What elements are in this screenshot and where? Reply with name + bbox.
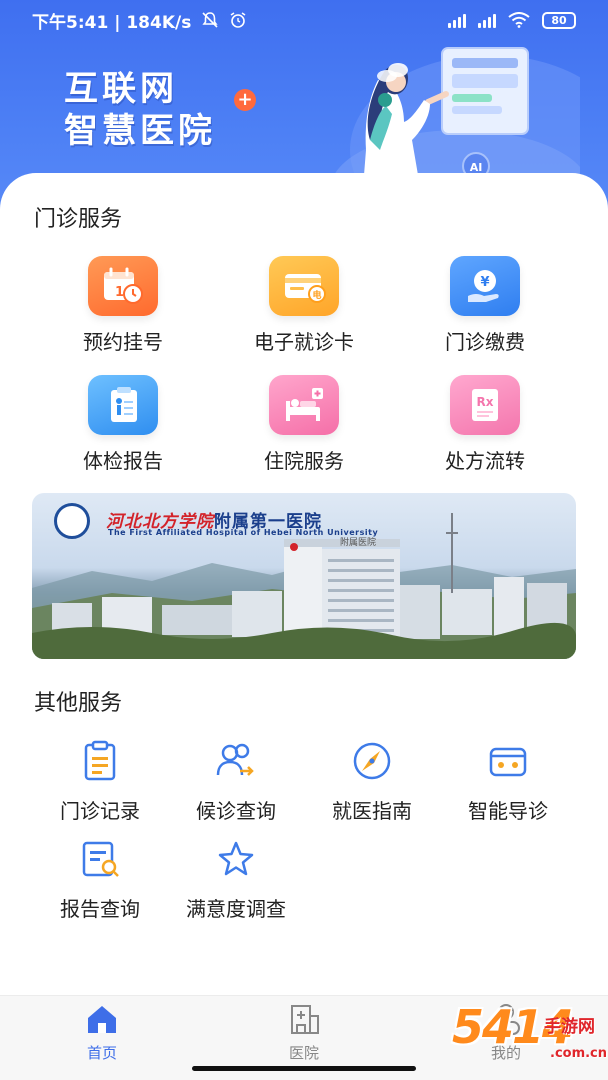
medical-card-icon: 电 [269, 256, 339, 316]
report-search-icon [82, 841, 119, 877]
svg-text:¥: ¥ [480, 275, 489, 290]
watermark-domain: .com.cn [550, 1046, 608, 1061]
other-label: 就医指南 [332, 799, 412, 823]
other-report-query[interactable]: 报告查询 [30, 837, 170, 922]
other-section-title: 其他服务 [34, 691, 123, 716]
other-smart-triage[interactable]: 智能导诊 [438, 739, 578, 824]
nav-label: 医院 [288, 1044, 319, 1062]
robot-icon [489, 747, 527, 777]
prescription-icon: Rx [450, 375, 520, 435]
status-bar: 下午5:41 | 184K/s 80 [0, 0, 608, 40]
mute-bell-icon [202, 12, 218, 28]
other-label: 门诊记录 [60, 799, 140, 823]
service-label: 电子就诊卡 [254, 330, 354, 354]
service-label: 门诊缴费 [445, 330, 525, 354]
nav-home[interactable]: 首页 [62, 1002, 142, 1063]
hero-plus-badge: + [234, 89, 256, 111]
signal-icon [478, 12, 496, 28]
hero-title: 互联网 智慧医院 [64, 68, 216, 152]
wifi-icon [508, 12, 530, 28]
other-satisfaction-survey[interactable]: 满意度调查 [166, 837, 306, 922]
hospital-banner[interactable]: 附属医院 河北北方学院附属第一医院 The First Affiliated H… [32, 493, 576, 659]
service-label: 处方流转 [445, 449, 525, 473]
hero-title-line2: 智慧医院 [64, 111, 216, 151]
service-appointment[interactable]: 1 预约挂号 [38, 256, 208, 355]
other-outpatient-records[interactable]: 门诊记录 [30, 739, 170, 824]
main-card: 门诊服务 1 预约挂号 电 电子就诊卡 ¥ 门诊缴费 体检报告 住院服务 Rx … [0, 173, 608, 995]
svg-text:1: 1 [115, 285, 124, 300]
other-medical-guide[interactable]: 就医指南 [302, 739, 442, 824]
people-queue-icon [216, 743, 254, 776]
nav-label: 首页 [86, 1044, 117, 1062]
other-label: 满意度调查 [186, 897, 286, 921]
battery-indicator: 80 [542, 11, 576, 29]
outpatient-section-title: 门诊服务 [34, 207, 123, 232]
service-inpatient[interactable]: 住院服务 [219, 375, 389, 474]
clipboard-icon [84, 740, 116, 781]
alarm-clock-icon [230, 12, 246, 28]
home-indicator [192, 1066, 416, 1071]
service-label: 住院服务 [264, 449, 344, 473]
hospital-bed-icon [269, 375, 339, 435]
signal-icon [448, 12, 466, 28]
service-label: 预约挂号 [83, 330, 163, 354]
building-sign: 附属医院 [340, 536, 376, 548]
banner-subtitle: The First Affiliated Hospital of Hebei N… [108, 528, 379, 537]
site-watermark: 5414 手游网 .com.cn [452, 998, 608, 1080]
home-icon [88, 1006, 116, 1033]
svg-text:电: 电 [312, 289, 321, 301]
other-label: 报告查询 [60, 897, 140, 921]
checkup-report-icon [88, 375, 158, 435]
service-checkup-report[interactable]: 体检报告 [38, 375, 208, 474]
watermark-cn: 手游网 [544, 1017, 595, 1037]
service-medical-card[interactable]: 电 电子就诊卡 [219, 256, 389, 355]
other-label: 候诊查询 [196, 799, 276, 823]
yen-payment-icon: ¥ [450, 256, 520, 316]
hospital-icon [291, 1005, 319, 1034]
status-time-speed: 下午5:41 | 184K/s [32, 12, 192, 33]
other-label: 智能导诊 [468, 799, 548, 823]
service-label: 体检报告 [83, 449, 163, 473]
other-waiting-query[interactable]: 候诊查询 [166, 739, 306, 824]
calendar-clock-icon: 1 [88, 256, 158, 316]
hospital-logo [54, 503, 90, 539]
star-icon [218, 841, 254, 876]
compass-icon [353, 742, 391, 780]
service-prescription[interactable]: Rx 处方流转 [400, 375, 570, 474]
nav-hospital[interactable]: 医院 [264, 1002, 344, 1063]
hero-title-line1: 互联网 [64, 69, 178, 109]
service-payment[interactable]: ¥ 门诊缴费 [400, 256, 570, 355]
svg-text:Rx: Rx [477, 395, 494, 409]
